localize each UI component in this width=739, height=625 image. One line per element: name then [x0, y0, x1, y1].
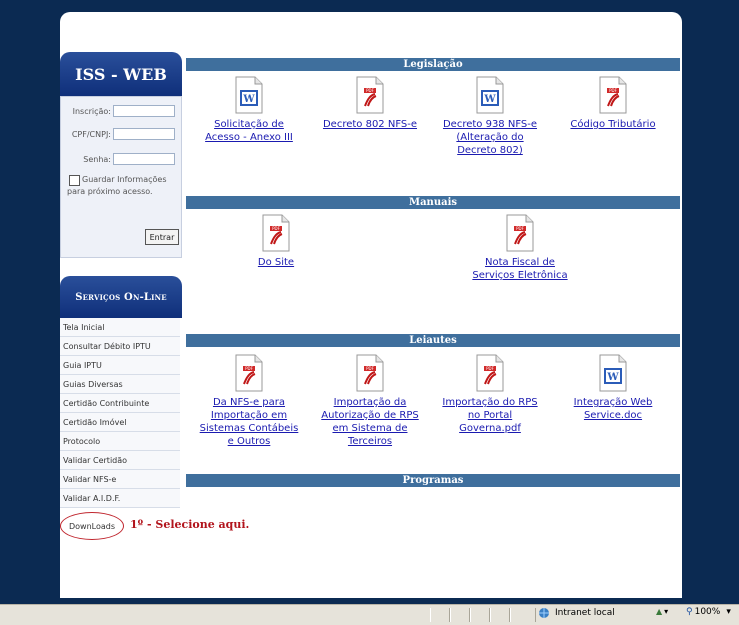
pdf-file-icon: PDF	[598, 76, 628, 114]
section-legislacao: Legislação	[186, 58, 680, 71]
doc-nota-fiscal-servicos[interactable]: PDF Nota Fiscal de Serviços Eletrônica	[460, 214, 580, 282]
pdf-file-icon: PDF	[261, 214, 291, 252]
instruction-note: 1º - Selecione aqui.	[130, 518, 250, 531]
services-menu: Tela Inicial Consultar Débito IPTU Guia …	[60, 318, 180, 508]
service-validar-certidao[interactable]: Validar Certidão	[60, 451, 180, 470]
service-validar-aidf[interactable]: Validar A.I.D.F.	[60, 489, 180, 508]
status-segment	[450, 608, 470, 622]
svg-text:PDF: PDF	[245, 366, 253, 371]
doc-importacao-autorizacao-rps[interactable]: PDF Importação da Autorização de RPS em Si…	[310, 354, 430, 448]
word-file-icon: W	[234, 76, 264, 114]
svg-text:PDF: PDF	[609, 88, 617, 93]
service-protocolo[interactable]: Protocolo	[60, 432, 180, 451]
pdf-file-icon: PDF	[355, 354, 385, 392]
doc-link[interactable]: Decreto 802 NFS-e	[323, 118, 417, 131]
service-downloads[interactable]: DownLoads	[60, 512, 124, 540]
doc-solicitacao-acesso[interactable]: W Solicitação de Acesso - Anexo III	[189, 76, 309, 144]
svg-text:PDF: PDF	[486, 366, 494, 371]
svg-text:W: W	[606, 372, 619, 383]
doc-decreto-802[interactable]: PDF Decreto 802 NFS-e	[310, 76, 430, 131]
remember-checkbox-row: Guardar Informações	[69, 175, 167, 186]
word-file-icon: W	[475, 76, 505, 114]
doc-do-site[interactable]: PDF Do Site	[216, 214, 336, 269]
service-guia-iptu[interactable]: Guia IPTU	[60, 356, 180, 375]
login-title: ISS - WEB	[60, 52, 182, 96]
doc-link[interactable]: Do Site	[258, 256, 294, 269]
service-tela-inicial[interactable]: Tela Inicial	[60, 318, 180, 337]
status-segment	[490, 608, 510, 622]
status-segment	[430, 608, 450, 622]
service-certidao-imovel[interactable]: Certidão Imóvel	[60, 413, 180, 432]
word-file-icon: W	[598, 354, 628, 392]
pdf-file-icon: PDF	[234, 354, 264, 392]
intranet-globe-icon	[539, 608, 549, 618]
pdf-file-icon: PDF	[505, 214, 535, 252]
doc-link[interactable]: Da NFS-e para Importação em Sistemas Contá…	[200, 396, 299, 448]
protected-mode-icon[interactable]: ▲ ▾	[656, 607, 668, 616]
login-panel: Inscrição: CPF/CNPJ: Senha: Guardar Info…	[60, 96, 182, 258]
zoom-icon: ⚲	[686, 607, 693, 617]
service-guias-diversas[interactable]: Guias Diversas	[60, 375, 180, 394]
browser-status-bar: Intranet local ▲ ▾ ⚲ 100% ▾	[0, 604, 739, 625]
doc-integracao-web-service[interactable]: W Integração Web Service.doc	[553, 354, 673, 422]
service-validar-nfse[interactable]: Validar NFS-e	[60, 470, 180, 489]
service-certidao-contribuinte[interactable]: Certidão Contribuinte	[60, 394, 180, 413]
doc-link[interactable]: Importação da Autorização de RPS em Sistem…	[321, 396, 418, 448]
services-title: Serviços On-Line	[60, 276, 182, 318]
pdf-file-icon: PDF	[475, 354, 505, 392]
svg-text:PDF: PDF	[272, 226, 280, 231]
doc-link[interactable]: Importação do RPS no Portal Governa.pdf	[442, 396, 537, 435]
svg-text:W: W	[483, 94, 496, 105]
doc-link[interactable]: Nota Fiscal de Serviços Eletrônica	[472, 256, 567, 282]
status-segment	[510, 608, 536, 622]
doc-link[interactable]: Integração Web Service.doc	[574, 396, 653, 422]
svg-text:PDF: PDF	[366, 88, 374, 93]
doc-link[interactable]: Código Tributário	[570, 118, 655, 131]
senha-input[interactable]	[113, 153, 175, 165]
section-programas: Programas	[186, 474, 680, 487]
section-manuais: Manuais	[186, 196, 680, 209]
doc-decreto-938[interactable]: W Decreto 938 NFS-e (Alteração do Decreto …	[430, 76, 550, 157]
pdf-file-icon: PDF	[355, 76, 385, 114]
senha-label: Senha:	[83, 154, 111, 164]
page-container: ISS - WEB Inscrição: CPF/CNPJ: Senha: Gu…	[60, 12, 682, 598]
remember-label-1: Guardar Informações	[82, 175, 167, 184]
doc-codigo-tributario[interactable]: PDF Código Tributário	[553, 76, 673, 131]
chevron-down-icon: ▾	[726, 607, 731, 617]
section-leiautes: Leiautes	[186, 334, 680, 347]
inscricao-input[interactable]	[113, 105, 175, 117]
zoom-control[interactable]: ⚲ 100% ▾	[686, 607, 731, 617]
doc-link[interactable]: Decreto 938 NFS-e (Alteração do Decreto 80…	[443, 118, 537, 157]
inscricao-label: Inscrição:	[72, 106, 111, 116]
cpf-cnpj-input[interactable]	[113, 128, 175, 140]
status-segment	[470, 608, 490, 622]
doc-link[interactable]: Solicitação de Acesso - Anexo III	[205, 118, 293, 144]
entrar-button[interactable]: Entrar	[145, 229, 179, 245]
remember-label-2: para próximo acesso.	[67, 187, 153, 196]
remember-checkbox[interactable]	[69, 175, 80, 186]
security-zone[interactable]: Intranet local	[538, 607, 615, 619]
doc-nfse-importacao[interactable]: PDF Da NFS-e para Importação em Sistemas C…	[189, 354, 309, 448]
cpf-cnpj-label: CPF/CNPJ:	[71, 129, 111, 139]
service-consultar-debito-iptu[interactable]: Consultar Débito IPTU	[60, 337, 180, 356]
doc-importacao-rps-portal[interactable]: PDF Importação do RPS no Portal Governa.pd…	[430, 354, 550, 435]
svg-text:W: W	[242, 94, 255, 105]
svg-text:PDF: PDF	[516, 226, 524, 231]
svg-text:PDF: PDF	[366, 366, 374, 371]
